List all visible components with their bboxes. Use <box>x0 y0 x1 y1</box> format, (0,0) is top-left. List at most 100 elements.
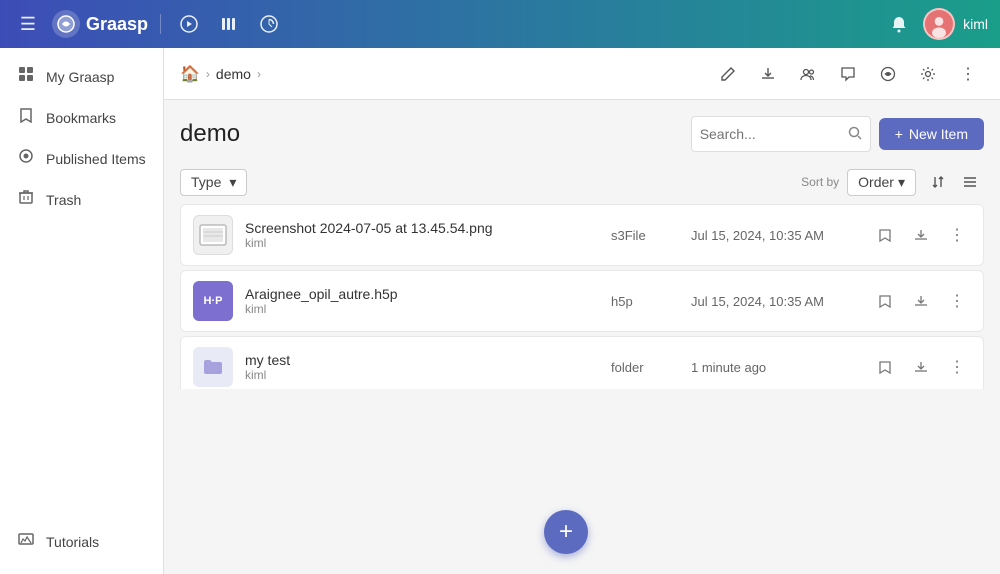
file-owner: kiml <box>245 236 611 250</box>
file-owner: kiml <box>245 368 611 382</box>
file-type: s3File <box>611 228 691 243</box>
view-icons <box>924 168 984 196</box>
nav-icon-play[interactable] <box>173 8 205 40</box>
table-row[interactable]: my test kiml folder 1 minute ago ⋮ <box>180 336 984 389</box>
sidebar-bottom: Tutorials <box>0 521 163 574</box>
brand-logo: Graasp <box>52 10 148 38</box>
more-file-options-button[interactable]: ⋮ <box>943 353 971 381</box>
trash-icon <box>16 189 36 210</box>
file-name: my test <box>245 352 611 368</box>
graasp-circle-button[interactable] <box>872 58 904 90</box>
new-item-button[interactable]: + New Item <box>879 118 984 150</box>
published-items-icon <box>16 148 36 169</box>
tutorials-icon <box>16 531 36 552</box>
file-owner: kiml <box>245 302 611 316</box>
edit-button[interactable] <box>712 58 744 90</box>
download-file-button[interactable] <box>907 287 935 315</box>
type-filter-dropdown[interactable]: Type ▾ <box>180 169 247 196</box>
breadcrumb-demo-link[interactable]: demo <box>216 66 251 82</box>
user-name-label: kiml <box>963 16 988 32</box>
settings-button[interactable] <box>912 58 944 90</box>
nav-icon-library[interactable] <box>213 8 245 40</box>
breadcrumb-separator-2: › <box>257 67 261 81</box>
graasp-logo-icon <box>52 10 80 38</box>
my-graasp-icon <box>16 66 36 87</box>
search-input[interactable] <box>700 126 848 142</box>
type-filter-label: Type <box>191 174 221 190</box>
file-name: Screenshot 2024-07-05 at 13.45.54.png <box>245 220 611 236</box>
main-content: 🏠 › demo › <box>164 48 1000 574</box>
file-row-actions: ⋮ <box>871 287 971 315</box>
file-date: 1 minute ago <box>691 360 871 375</box>
new-item-label: New Item <box>909 126 968 142</box>
file-thumbnail <box>193 215 233 255</box>
sidebar: My Graasp Bookmarks Published Items Tras… <box>0 48 164 574</box>
search-box[interactable] <box>691 116 871 152</box>
top-nav-right: kiml <box>883 8 988 40</box>
chat-button[interactable] <box>832 58 864 90</box>
page-title: demo <box>180 120 240 148</box>
search-icon[interactable] <box>848 126 862 143</box>
bookmark-file-button[interactable] <box>871 353 899 381</box>
sidebar-item-tutorials[interactable]: Tutorials <box>4 521 159 562</box>
breadcrumb: 🏠 › demo › <box>180 64 261 84</box>
more-file-options-button[interactable]: ⋮ <box>943 287 971 315</box>
download-file-button[interactable] <box>907 353 935 381</box>
file-info: Screenshot 2024-07-05 at 13.45.54.png ki… <box>245 220 611 250</box>
more-file-options-button[interactable]: ⋮ <box>943 221 971 249</box>
breadcrumb-home-icon[interactable]: 🏠 <box>180 64 200 84</box>
list-view-button[interactable] <box>956 168 984 196</box>
file-date: Jul 15, 2024, 10:35 AM <box>691 294 871 309</box>
content-header: 🏠 › demo › <box>164 48 1000 100</box>
bookmarks-icon <box>16 107 36 128</box>
file-date: Jul 15, 2024, 10:35 AM <box>691 228 871 243</box>
table-row[interactable]: Screenshot 2024-07-05 at 13.45.54.png ki… <box>180 204 984 266</box>
file-row-actions: ⋮ <box>871 353 971 381</box>
page-title-area: demo + New Item <box>164 100 1000 160</box>
brand-name: Graasp <box>86 14 148 35</box>
sidebar-item-my-graasp-label: My Graasp <box>46 69 114 85</box>
more-options-button[interactable]: ⋮ <box>952 58 984 90</box>
sidebar-item-trash-label: Trash <box>46 192 81 208</box>
sidebar-item-my-graasp[interactable]: My Graasp <box>4 56 159 97</box>
bookmark-file-button[interactable] <box>871 221 899 249</box>
sidebar-item-published-items-label: Published Items <box>46 151 146 167</box>
sort-arrows-button[interactable] <box>924 168 952 196</box>
file-list: Screenshot 2024-07-05 at 13.45.54.png ki… <box>164 204 1000 389</box>
nav-separator <box>160 14 161 34</box>
sidebar-item-tutorials-label: Tutorials <box>46 534 99 550</box>
hamburger-menu-button[interactable]: ☰ <box>12 8 44 40</box>
sidebar-nav: My Graasp Bookmarks Published Items Tras… <box>0 48 163 574</box>
file-thumbnail: H·P <box>193 281 233 321</box>
bookmark-file-button[interactable] <box>871 287 899 315</box>
file-info: Araignee_opil_autre.h5p kiml <box>245 286 611 316</box>
main-layout: My Graasp Bookmarks Published Items Tras… <box>0 48 1000 574</box>
sidebar-item-bookmarks[interactable]: Bookmarks <box>4 97 159 138</box>
fab-add-button[interactable]: + <box>544 510 588 554</box>
file-row-actions: ⋮ <box>871 221 971 249</box>
file-type: folder <box>611 360 691 375</box>
download-file-button[interactable] <box>907 221 935 249</box>
file-name: Araignee_opil_autre.h5p <box>245 286 611 302</box>
type-filter-chevron-icon: ▾ <box>229 174 236 191</box>
table-row[interactable]: H·P Araignee_opil_autre.h5p kiml h5p Jul… <box>180 270 984 332</box>
search-and-new: + New Item <box>691 116 984 152</box>
breadcrumb-separator-1: › <box>206 67 210 81</box>
share-users-button[interactable] <box>792 58 824 90</box>
sidebar-item-bookmarks-label: Bookmarks <box>46 110 116 126</box>
notification-bell-button[interactable] <box>883 8 915 40</box>
download-button[interactable] <box>752 58 784 90</box>
new-item-plus-icon: + <box>895 126 903 142</box>
avatar[interactable] <box>923 8 955 40</box>
nav-icon-analytics[interactable] <box>253 8 285 40</box>
file-info: my test kiml <box>245 352 611 382</box>
sort-order-dropdown[interactable]: Order ▾ <box>847 169 916 196</box>
sort-area: Sort by Order ▾ <box>801 168 984 196</box>
sidebar-item-published-items[interactable]: Published Items <box>4 138 159 179</box>
file-type: h5p <box>611 294 691 309</box>
toolbar: Type ▾ Sort by Order ▾ <box>164 160 1000 204</box>
sidebar-item-trash[interactable]: Trash <box>4 179 159 220</box>
fab-plus-icon: + <box>559 518 573 546</box>
sort-chevron-icon: ▾ <box>898 174 905 191</box>
sort-by-label: Sort by <box>801 175 839 189</box>
